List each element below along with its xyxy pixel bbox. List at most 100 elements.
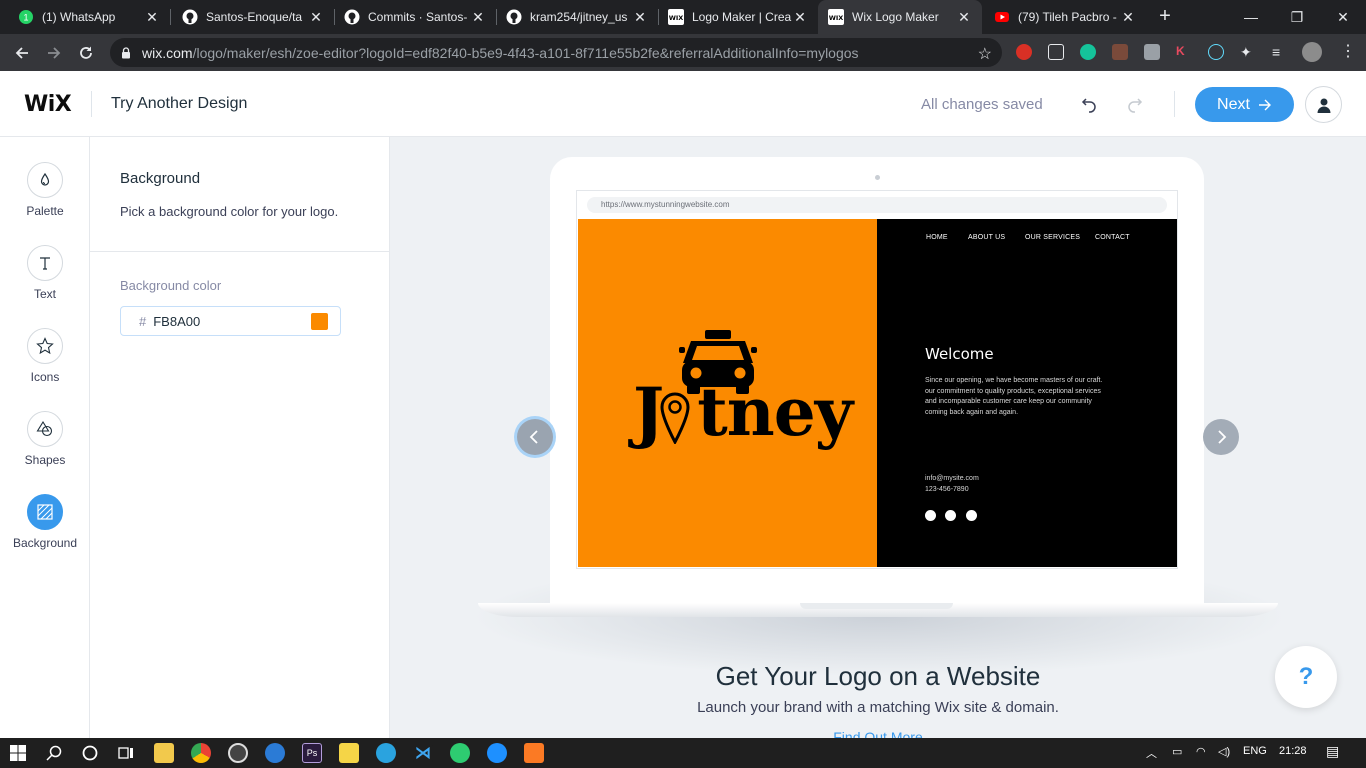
background-icon — [37, 504, 53, 520]
facebook-icon — [925, 510, 936, 521]
media-icon[interactable]: ≡ — [1272, 44, 1288, 60]
extension-icon[interactable] — [1048, 44, 1064, 60]
rail-icon-button[interactable] — [27, 162, 63, 198]
close-icon[interactable]: ✕ — [470, 9, 486, 26]
next-design-button[interactable] — [1203, 419, 1239, 455]
tab-github-commits[interactable]: Commits · Santos- ✕ — [334, 0, 496, 34]
next-button[interactable]: Next — [1195, 87, 1294, 122]
extension-icon[interactable]: K — [1176, 44, 1192, 60]
extension-icon[interactable] — [1112, 44, 1128, 60]
background-color-input[interactable]: # FB8A00 — [120, 306, 341, 336]
tool-rail: Palette Text Icons Shapes Background — [0, 137, 90, 738]
laptop-notch — [800, 603, 953, 609]
help-button[interactable]: ? — [1275, 646, 1337, 708]
volume-icon[interactable]: ◁) — [1218, 745, 1230, 758]
forward-button[interactable] — [41, 40, 67, 66]
obs-icon[interactable] — [228, 743, 248, 763]
address-bar[interactable]: wix.com/logo/maker/esh/zoe-editor?logoId… — [110, 38, 1002, 67]
chrome-icon[interactable] — [191, 743, 211, 763]
extension-icon[interactable] — [1016, 44, 1032, 60]
redo-icon — [1128, 98, 1143, 113]
close-icon[interactable]: ✕ — [956, 9, 972, 26]
rail-label: Text — [33, 287, 56, 301]
extension-icon[interactable] — [1144, 44, 1160, 60]
chrome-menu-icon[interactable]: ⋮ — [1340, 44, 1356, 60]
close-icon[interactable]: ✕ — [144, 9, 160, 26]
close-icon[interactable]: ✕ — [632, 9, 648, 26]
rail-icon-button[interactable] — [27, 245, 63, 281]
close-icon[interactable]: ✕ — [308, 9, 324, 26]
profile-avatar[interactable] — [1302, 42, 1322, 62]
find-out-more-link[interactable]: Find Out More — [390, 729, 1366, 738]
browser-tab-strip: 1 (1) WhatsApp ✕ Santos-Enoque/ta ✕ Comm… — [0, 0, 1366, 34]
rail-item-icons[interactable]: Icons — [0, 328, 90, 384]
rail-item-palette[interactable]: Palette — [0, 162, 90, 218]
reload-button[interactable] — [73, 40, 99, 66]
user-avatar-button[interactable] — [1305, 86, 1342, 123]
previous-design-button[interactable] — [517, 419, 553, 455]
tab-github-jitney[interactable]: kram254/jitney_us ✕ — [496, 0, 658, 34]
close-icon[interactable]: ✕ — [1120, 9, 1136, 26]
redo-button[interactable] — [1124, 93, 1146, 115]
chevron-right-icon — [1218, 430, 1227, 444]
youtube-icon — [995, 12, 1009, 22]
teamviewer-icon[interactable] — [487, 743, 507, 763]
wix-logo[interactable]: WiX — [24, 92, 72, 117]
promo-subtitle: Launch your brand with a matching Wix si… — [697, 699, 1059, 716]
undo-button[interactable] — [1078, 93, 1100, 115]
rail-item-text[interactable]: Text — [0, 245, 90, 301]
try-another-design-link[interactable]: Try Another Design — [111, 95, 247, 113]
text-icon — [40, 257, 50, 270]
cortana-icon[interactable] — [80, 743, 100, 763]
rail-icon-button[interactable] — [27, 494, 63, 530]
notification-icon[interactable]: ▤ — [1326, 743, 1339, 760]
search-icon[interactable] — [44, 743, 64, 763]
puzzle-icon[interactable]: ✦ — [1240, 44, 1256, 60]
tab-github-ta[interactable]: Santos-Enoque/ta ✕ — [172, 0, 334, 34]
react-devtools-icon[interactable] — [1208, 44, 1224, 60]
rail-item-shapes[interactable]: Shapes — [0, 411, 90, 467]
file-explorer-icon[interactable] — [154, 743, 174, 763]
tab-title: Wix Logo Maker — [852, 10, 939, 24]
clock[interactable]: 21:28 — [1279, 745, 1307, 757]
mockup-body-text: Since our opening, we have become master… — [925, 376, 1135, 418]
rail-icon-button[interactable] — [27, 328, 63, 364]
arrow-left-icon — [15, 47, 28, 59]
windows-start-icon[interactable] — [8, 743, 28, 763]
close-window-button[interactable]: ✕ — [1320, 0, 1366, 34]
lock-icon — [122, 46, 130, 58]
task-view-icon[interactable] — [116, 743, 136, 763]
new-tab-button[interactable]: + — [1154, 5, 1176, 27]
vscode-icon[interactable]: ⋊ — [413, 743, 433, 763]
battery-icon[interactable]: ▭ — [1172, 745, 1182, 758]
app-icon[interactable] — [339, 743, 359, 763]
color-swatch[interactable] — [311, 313, 328, 330]
save-status: All changes saved — [921, 96, 1043, 113]
app-icon[interactable] — [450, 743, 470, 763]
twitter-icon — [945, 510, 956, 521]
language-indicator[interactable]: ENG — [1243, 745, 1267, 757]
tab-youtube[interactable]: (79) Tileh Pacbro - ✕ — [984, 0, 1146, 34]
rail-icon-button[interactable] — [27, 411, 63, 447]
restore-button[interactable]: ❐ — [1274, 0, 1320, 34]
undo-icon — [1081, 98, 1096, 113]
rail-item-background[interactable]: Background — [0, 494, 90, 550]
tab-wix-logo-maker[interactable]: WIX Wix Logo Maker ✕ — [818, 0, 982, 34]
grammarly-icon[interactable] — [1080, 44, 1096, 60]
svg-text:WIX: WIX — [669, 14, 684, 22]
tray-chevron-up-icon[interactable]: ︿ — [1146, 745, 1157, 761]
close-icon[interactable]: ✕ — [792, 9, 808, 26]
minimize-button[interactable]: — — [1228, 0, 1274, 34]
preview-stage: https://www.mystunningwebsite.com Jtney — [390, 137, 1366, 738]
photoshop-icon[interactable]: Ps — [302, 743, 322, 763]
tab-logo-maker[interactable]: WIX Logo Maker | Crea ✕ — [658, 0, 818, 34]
website-content: HOME ABOUT US OUR SERVICES CONTACT Welco… — [877, 219, 1177, 567]
bookmark-star-icon[interactable]: ☆ — [978, 44, 992, 64]
back-button[interactable] — [9, 40, 35, 66]
telegram-icon[interactable] — [376, 743, 396, 763]
tab-whatsapp[interactable]: 1 (1) WhatsApp ✕ — [8, 0, 170, 34]
xampp-icon[interactable] — [524, 743, 544, 763]
windows-taskbar: Ps ⋊ ︿ ▭ ◠ ◁) ENG 21:28 ▤ — [0, 738, 1366, 768]
wifi-icon[interactable]: ◠ — [1196, 745, 1206, 758]
app-icon[interactable] — [265, 743, 285, 763]
